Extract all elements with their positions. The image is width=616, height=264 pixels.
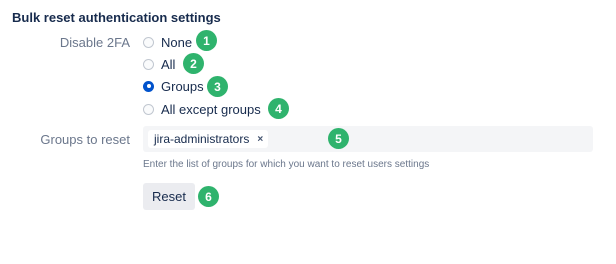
radio-all-label[interactable]: All [161,57,175,72]
step-marker-5: 5 [328,128,349,149]
group-tag-label: jira-administrators [154,132,250,146]
step-marker-2: 2 [183,53,204,74]
reset-button[interactable]: Reset [143,183,195,210]
section-title: Bulk reset authentication settings [12,10,221,25]
step-marker-3: 3 [207,76,228,97]
step-marker-1: 1 [196,30,217,51]
groups-to-reset-label: Groups to reset [40,132,130,147]
radio-none-button[interactable] [143,36,154,48]
group-tag: jira-administrators × [148,130,269,148]
groups-help-text: Enter the list of groups for which you w… [143,159,430,170]
radio-all-except-groups-button[interactable] [143,103,154,115]
remove-tag-icon[interactable]: × [257,134,263,145]
radio-option-all[interactable]: All [143,55,175,73]
bulk-reset-page: Bulk reset authentication settings Disab… [0,0,616,264]
radio-option-all-except-groups[interactable]: All except groups [143,100,261,118]
radio-groups-label[interactable]: Groups [161,79,204,94]
radio-none-label[interactable]: None [161,35,192,50]
radio-all-button[interactable] [143,58,154,70]
radio-option-groups[interactable]: Groups [143,77,204,95]
radio-groups-button[interactable] [143,80,154,92]
radio-all-except-groups-label[interactable]: All except groups [161,102,261,117]
step-marker-6: 6 [198,186,219,207]
step-marker-4: 4 [268,98,289,119]
groups-picker-input[interactable]: jira-administrators × [143,126,593,152]
disable-2fa-label: Disable 2FA [59,35,130,50]
radio-option-none[interactable]: None [143,33,192,51]
